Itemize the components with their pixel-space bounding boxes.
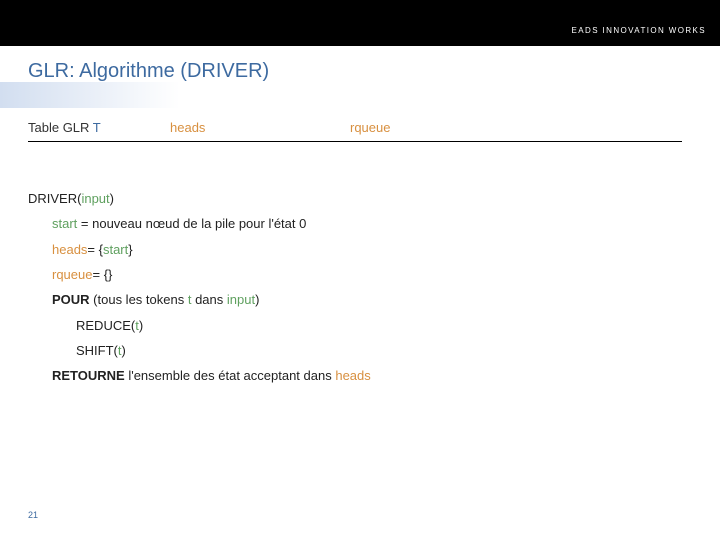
algo-var-start: start — [103, 242, 128, 257]
algo-text: ) — [122, 343, 126, 358]
header-bar: EADS INNOVATION WORKS — [0, 0, 720, 46]
algo-text: = nouveau nœud de la pile pour l'état 0 — [77, 216, 306, 231]
algo-text: = {} — [92, 267, 112, 282]
algo-line-6: REDUCE(t) — [28, 313, 682, 338]
algo-text: ) — [110, 191, 114, 206]
algo-text: DRIVER( — [28, 191, 81, 206]
def-table-var: T — [93, 120, 101, 135]
brand-text: EADS INNOVATION WORKS — [572, 26, 706, 35]
algo-text: dans — [191, 292, 226, 307]
def-table-label: Table GLR — [28, 120, 93, 135]
algo-kw-pour: POUR — [52, 292, 90, 307]
algo-var-start: start — [52, 216, 77, 231]
algo-text: (tous les tokens — [90, 292, 188, 307]
page-number: 21 — [28, 510, 38, 520]
title-gradient — [0, 82, 180, 108]
algo-var-rqueue: rqueue — [52, 267, 92, 282]
algo-line-8: RETOURNE l'ensemble des état acceptant d… — [28, 363, 682, 388]
page-title: GLR: Algorithme (DRIVER) — [0, 54, 720, 83]
algo-line-3: heads= {start} — [28, 237, 682, 262]
algo-text: ) — [139, 318, 143, 333]
algo-line-2: start = nouveau nœud de la pile pour l'é… — [28, 211, 682, 236]
algo-var-input: input — [81, 191, 109, 206]
def-heads: heads — [170, 120, 350, 135]
algo-var-input: input — [227, 292, 255, 307]
algorithm-block: DRIVER(input) start = nouveau nœud de la… — [28, 186, 682, 389]
algo-kw-retourne: RETOURNE — [52, 368, 125, 383]
def-table: Table GLR T — [28, 120, 170, 135]
algo-line-4: rqueue= {} — [28, 262, 682, 287]
algo-line-7: SHIFT(t) — [28, 338, 682, 363]
algo-text: l'ensemble des état acceptant dans — [125, 368, 336, 383]
brand-logo: EADS INNOVATION WORKS — [572, 26, 706, 35]
algo-text: ) — [255, 292, 259, 307]
defs-underlined: Table GLR T heads rqueue — [28, 120, 682, 142]
algo-var-heads: heads — [52, 242, 87, 257]
algo-text: SHIFT( — [76, 343, 118, 358]
algo-text: } — [128, 242, 132, 257]
algo-var-heads: heads — [335, 368, 370, 383]
definitions-row: Table GLR T heads rqueue — [28, 120, 682, 142]
def-rqueue: rqueue — [350, 120, 500, 135]
algo-line-1: DRIVER(input) — [28, 186, 682, 211]
algo-text: = { — [87, 242, 103, 257]
algo-text: REDUCE( — [76, 318, 135, 333]
title-area: GLR: Algorithme (DRIVER) — [0, 54, 720, 83]
algo-line-5: POUR (tous les tokens t dans input) — [28, 287, 682, 312]
